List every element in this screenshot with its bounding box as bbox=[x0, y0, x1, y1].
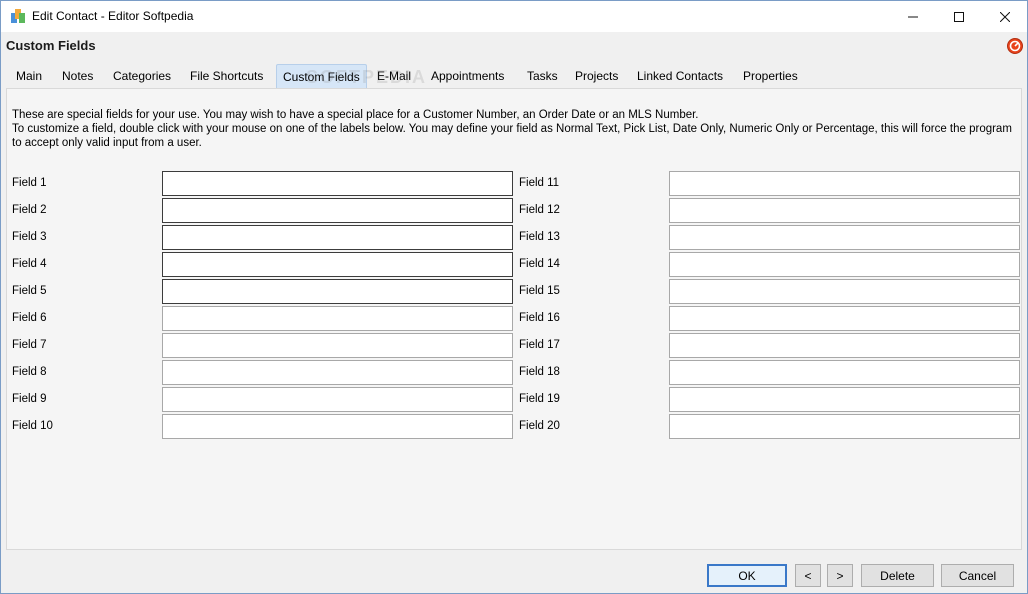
field-20-label[interactable]: Field 20 bbox=[519, 420, 560, 432]
field-13-input[interactable] bbox=[669, 225, 1020, 250]
field-10-label[interactable]: Field 10 bbox=[12, 420, 53, 432]
field-15-input[interactable] bbox=[669, 279, 1020, 304]
field-1-label[interactable]: Field 1 bbox=[12, 177, 47, 189]
ok-button[interactable]: OK bbox=[707, 564, 787, 587]
field-5-label[interactable]: Field 5 bbox=[12, 285, 47, 297]
tab-label: Projects bbox=[575, 69, 619, 83]
custom-fields-panel: These are special fields for your use. Y… bbox=[6, 88, 1022, 550]
tab-linked-contacts[interactable]: Linked Contacts bbox=[631, 64, 729, 88]
field-2-input[interactable] bbox=[162, 198, 513, 223]
help-icon[interactable] bbox=[1006, 37, 1024, 55]
field-10-input[interactable] bbox=[162, 414, 513, 439]
maximize-button[interactable] bbox=[936, 1, 982, 32]
tab-custom-fields[interactable]: Custom Fields bbox=[276, 64, 367, 88]
field-18-input[interactable] bbox=[669, 360, 1020, 385]
field-12-label[interactable]: Field 12 bbox=[519, 204, 560, 216]
field-9-label[interactable]: Field 9 bbox=[12, 393, 47, 405]
field-18-label[interactable]: Field 18 bbox=[519, 366, 560, 378]
field-8-input[interactable] bbox=[162, 360, 513, 385]
tab-label: Appointments bbox=[431, 69, 505, 83]
tab-label: Custom Fields bbox=[283, 70, 360, 84]
tab-label: File Shortcuts bbox=[190, 69, 264, 83]
app-icon bbox=[11, 9, 25, 23]
next-button[interactable]: > bbox=[827, 564, 853, 587]
field-3-label[interactable]: Field 3 bbox=[12, 231, 47, 243]
tab-appointments[interactable]: Appointments bbox=[425, 64, 510, 88]
field-3-input[interactable] bbox=[162, 225, 513, 250]
maximize-icon bbox=[954, 11, 964, 22]
field-15-label[interactable]: Field 15 bbox=[519, 285, 560, 297]
description-line-1: These are special fields for your use. Y… bbox=[12, 109, 699, 121]
cancel-button[interactable]: Cancel bbox=[941, 564, 1014, 587]
tab-label: Main bbox=[16, 69, 43, 83]
field-17-label[interactable]: Field 17 bbox=[519, 339, 560, 351]
window-title: Edit Contact - Editor Softpedia bbox=[32, 9, 194, 23]
minimize-button[interactable] bbox=[890, 1, 936, 32]
minimize-icon bbox=[908, 16, 918, 17]
tab-notes[interactable]: Notes bbox=[56, 64, 99, 88]
close-icon bbox=[1000, 11, 1010, 22]
delete-button[interactable]: Delete bbox=[861, 564, 934, 587]
tab-categories[interactable]: Categories bbox=[107, 64, 177, 88]
tab-label: Notes bbox=[62, 69, 94, 83]
field-8-label[interactable]: Field 8 bbox=[12, 366, 47, 378]
field-4-input[interactable] bbox=[162, 252, 513, 277]
field-11-label[interactable]: Field 11 bbox=[519, 177, 559, 189]
tab-file-shortcuts[interactable]: File Shortcuts bbox=[184, 64, 269, 88]
field-17-input[interactable] bbox=[669, 333, 1020, 358]
tab-label: E-Mail bbox=[377, 69, 412, 83]
tab-label: Properties bbox=[743, 69, 798, 83]
field-14-label[interactable]: Field 14 bbox=[519, 258, 560, 270]
section-header: Custom Fields bbox=[1, 32, 1027, 64]
field-20-input[interactable] bbox=[669, 414, 1020, 439]
field-6-label[interactable]: Field 6 bbox=[12, 312, 47, 324]
edit-contact-window: Edit Contact - Editor Softpedia Custom F… bbox=[0, 0, 1028, 594]
section-title: Custom Fields bbox=[6, 38, 96, 53]
tab-projects[interactable]: Projects bbox=[569, 64, 624, 88]
previous-button[interactable]: < bbox=[795, 564, 821, 587]
field-7-label[interactable]: Field 7 bbox=[12, 339, 47, 351]
field-5-input[interactable] bbox=[162, 279, 513, 304]
field-2-label[interactable]: Field 2 bbox=[12, 204, 47, 216]
tab-label: Linked Contacts bbox=[637, 69, 724, 83]
tab-tasks[interactable]: Tasks bbox=[521, 64, 564, 88]
close-button[interactable] bbox=[982, 1, 1028, 32]
field-16-label[interactable]: Field 16 bbox=[519, 312, 560, 324]
tab-label: Tasks bbox=[527, 69, 558, 83]
tab-label: Categories bbox=[113, 69, 172, 83]
field-4-label[interactable]: Field 4 bbox=[12, 258, 47, 270]
field-19-label[interactable]: Field 19 bbox=[519, 393, 560, 405]
field-6-input[interactable] bbox=[162, 306, 513, 331]
description-text: These are special fields for your use. Y… bbox=[12, 108, 1017, 150]
field-1-input[interactable] bbox=[162, 171, 513, 196]
title-bar: Edit Contact - Editor Softpedia bbox=[1, 1, 1027, 32]
field-13-label[interactable]: Field 13 bbox=[519, 231, 560, 243]
field-19-input[interactable] bbox=[669, 387, 1020, 412]
description-line-2: To customize a field, double click with … bbox=[12, 123, 1012, 149]
field-9-input[interactable] bbox=[162, 387, 513, 412]
tab-main[interactable]: Main bbox=[10, 64, 48, 88]
tab-bar: Main Notes Categories File Shortcuts Cus… bbox=[1, 64, 1027, 88]
field-11-input[interactable] bbox=[669, 171, 1020, 196]
field-16-input[interactable] bbox=[669, 306, 1020, 331]
field-12-input[interactable] bbox=[669, 198, 1020, 223]
field-7-input[interactable] bbox=[162, 333, 513, 358]
tab-email[interactable]: E-Mail bbox=[371, 64, 417, 88]
field-14-input[interactable] bbox=[669, 252, 1020, 277]
tab-properties[interactable]: Properties bbox=[737, 64, 804, 88]
